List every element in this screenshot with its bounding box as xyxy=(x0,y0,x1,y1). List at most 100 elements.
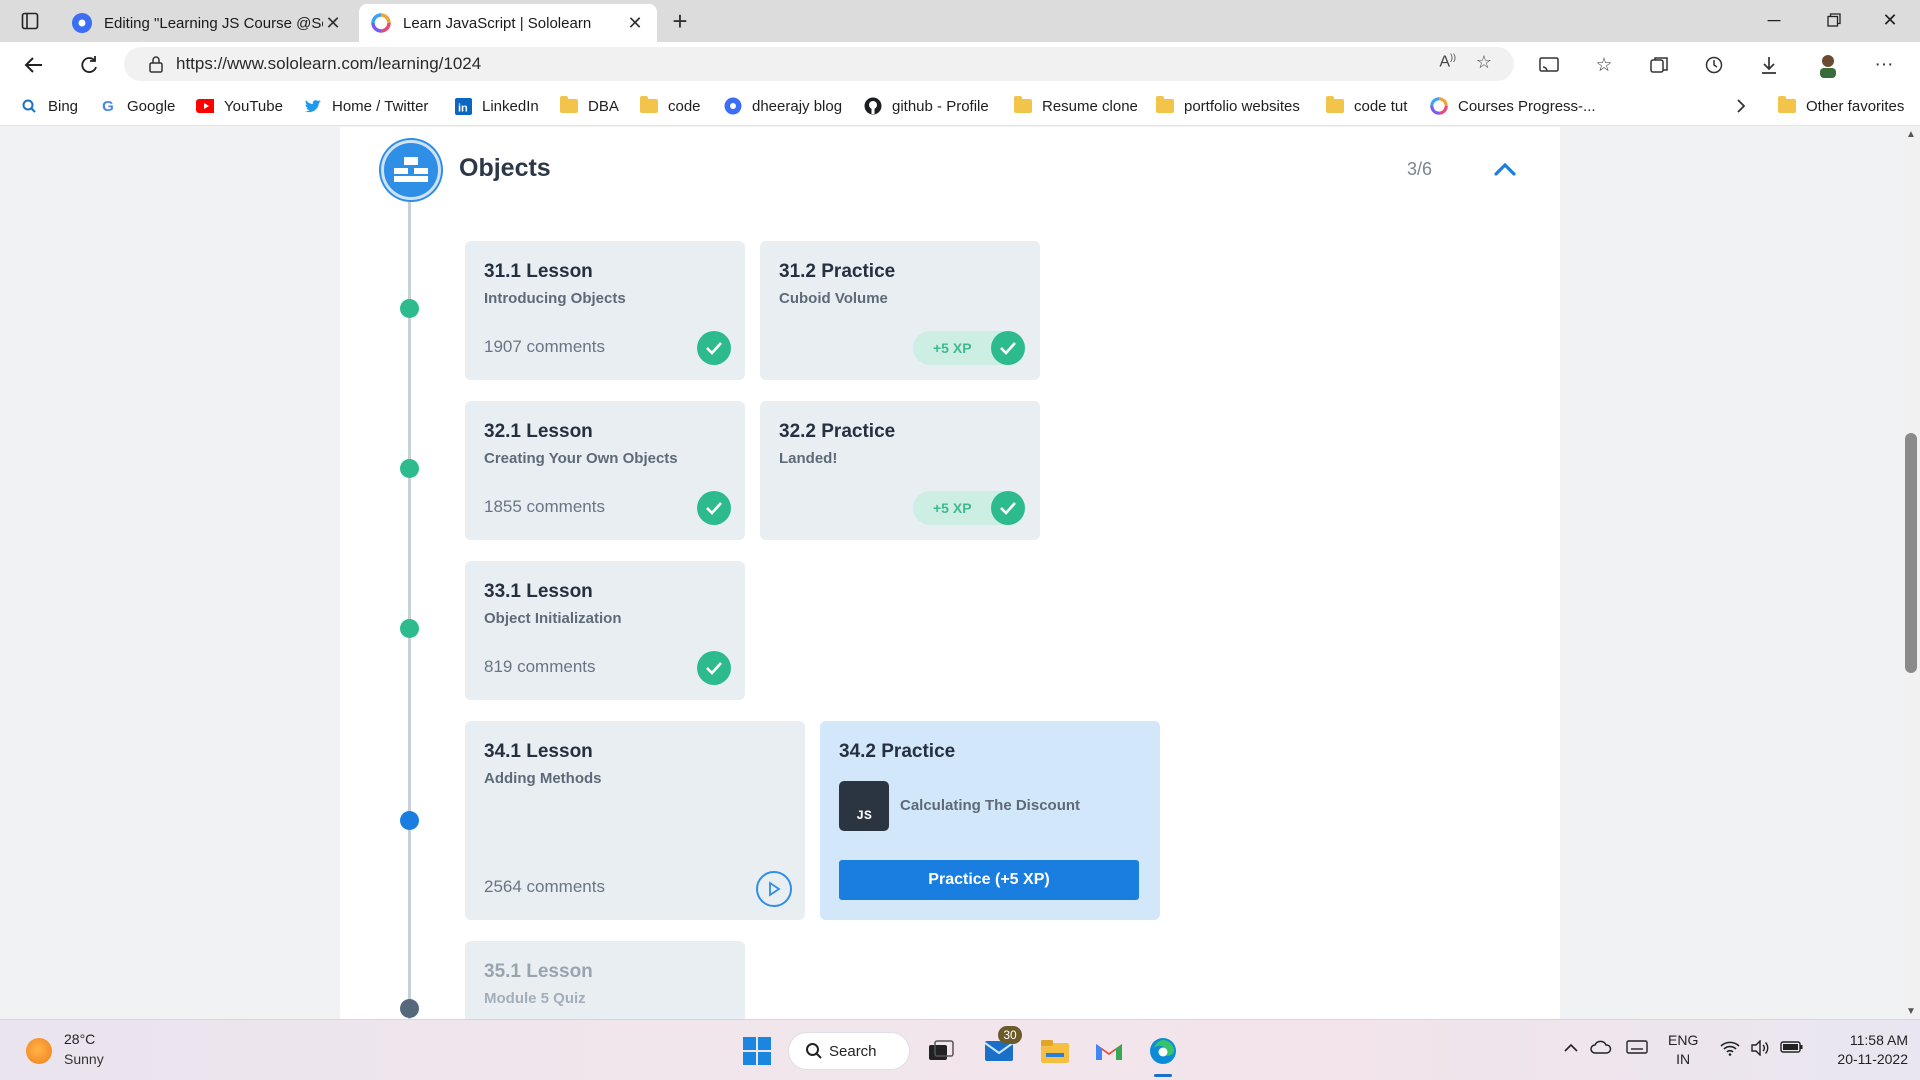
folder-icon xyxy=(1014,96,1032,115)
favorite-folder-code[interactable]: code xyxy=(640,94,701,118)
scroll-down-arrow-icon[interactable]: ▼ xyxy=(1906,1006,1916,1017)
favorite-blog[interactable]: dheerajy blog xyxy=(724,94,842,118)
practice-card-32-2[interactable]: 32.2 Practice Landed! +5 XP xyxy=(760,401,1040,540)
close-tab-icon[interactable]: ✕ xyxy=(323,13,343,34)
favorite-folder-resume[interactable]: Resume clone xyxy=(1014,94,1138,118)
lesson-card-32-1[interactable]: 32.1 Lesson Creating Your Own Objects 18… xyxy=(465,401,745,540)
play-lesson-icon[interactable] xyxy=(756,871,792,907)
new-tab-button[interactable]: + xyxy=(664,6,696,38)
lesson-card-31-1[interactable]: 31.1 Lesson Introducing Objects 1907 com… xyxy=(465,241,745,380)
practice-number: 31.2 Practice xyxy=(779,261,896,282)
timeline-dot-complete xyxy=(400,619,419,638)
comments-count[interactable]: 1907 comments xyxy=(484,337,605,357)
practice-button[interactable]: Practice (+5 XP) xyxy=(839,860,1139,900)
tab-editing-course[interactable]: Editing "Learning JS Course @Sc ✕ xyxy=(60,4,355,42)
page-scrollbar[interactable]: ▲ ▼ xyxy=(1902,127,1920,1019)
comments-count[interactable]: 1855 comments xyxy=(484,497,605,517)
module-objects-icon xyxy=(381,140,441,200)
collapse-chevron-up-icon[interactable] xyxy=(1490,154,1520,184)
practice-number: 34.2 Practice xyxy=(839,741,956,762)
weather-temp[interactable]: 28°C xyxy=(64,1031,95,1047)
downloads-icon[interactable] xyxy=(1751,48,1787,82)
sun-weather-icon[interactable] xyxy=(26,1038,52,1064)
folder-icon xyxy=(1156,96,1174,115)
practice-card-34-2[interactable]: 34.2 Practice JS Calculating The Discoun… xyxy=(820,721,1160,920)
tab-actions-icon xyxy=(21,12,39,30)
battery-charging-icon[interactable] xyxy=(1780,1040,1804,1057)
bing-search-icon xyxy=(20,97,38,115)
favorite-folder-code-tut[interactable]: code tut xyxy=(1326,94,1407,118)
url-text: https://www.sololearn.com/learning/1024 xyxy=(176,54,482,73)
restore-icon xyxy=(1827,13,1841,27)
lesson-title: Introducing Objects xyxy=(484,290,626,307)
refresh-button[interactable] xyxy=(72,48,106,82)
practice-card-31-2[interactable]: 31.2 Practice Cuboid Volume +5 XP xyxy=(760,241,1040,380)
comments-count[interactable]: 819 comments xyxy=(484,657,596,677)
favorite-folder-dba[interactable]: DBA xyxy=(560,94,619,118)
keyboard-icon[interactable] xyxy=(1626,1040,1648,1057)
lesson-number: 33.1 Lesson xyxy=(484,581,593,602)
add-favorite-icon[interactable]: ☆ xyxy=(1476,52,1492,73)
favorite-github[interactable]: github - Profile xyxy=(864,94,989,118)
lesson-card-34-1[interactable]: 34.1 Lesson Adding Methods 2564 comments xyxy=(465,721,805,920)
url-field[interactable]: https://www.sololearn.com/learning/1024 … xyxy=(124,47,1514,81)
comments-count[interactable]: 2564 comments xyxy=(484,877,605,897)
favorite-youtube[interactable]: YouTube xyxy=(196,94,283,118)
scroll-up-arrow-icon[interactable]: ▲ xyxy=(1906,129,1916,140)
favorite-folder-portfolio[interactable]: portfolio websites xyxy=(1156,94,1300,118)
minimize-button[interactable]: ─ xyxy=(1746,0,1802,40)
favorites-icon[interactable]: ☆ xyxy=(1586,48,1622,82)
close-tab-icon[interactable]: ✕ xyxy=(625,13,645,34)
show-hidden-icons-chevron-icon[interactable] xyxy=(1563,1040,1579,1056)
back-button[interactable] xyxy=(17,48,51,82)
gmail-icon[interactable] xyxy=(1090,1032,1128,1070)
favorite-linkedin[interactable]: in LinkedIn xyxy=(454,94,539,118)
weather-condition[interactable]: Sunny xyxy=(64,1051,104,1067)
scrollbar-thumb[interactable] xyxy=(1905,433,1917,673)
tab-actions-button[interactable] xyxy=(12,8,48,34)
favorite-courses[interactable]: Courses Progress-... xyxy=(1430,94,1596,118)
read-aloud-icon[interactable]: A)) xyxy=(1439,52,1456,71)
course-panel: Objects 3/6 31.1 Lesson Introducing Obje… xyxy=(340,127,1560,1019)
practice-title: Calculating The Discount xyxy=(900,797,1081,814)
lesson-title: Creating Your Own Objects xyxy=(484,450,678,467)
blog-icon xyxy=(724,97,742,115)
mail-app-icon[interactable]: 30 xyxy=(980,1026,1022,1070)
system-clock[interactable]: 11:58 AM 20-11-2022 xyxy=(1818,1031,1908,1069)
sololearn-favicon-icon xyxy=(371,13,391,33)
module-title: Objects xyxy=(459,154,551,182)
wifi-icon[interactable] xyxy=(1720,1040,1740,1059)
task-view-icon[interactable] xyxy=(922,1032,960,1070)
collections-icon[interactable] xyxy=(1641,48,1677,82)
cast-icon[interactable] xyxy=(1531,48,1567,82)
timeline-dot-complete xyxy=(400,299,419,318)
mail-badge: 30 xyxy=(998,1026,1022,1044)
tab-title: Editing "Learning JS Course @Sc xyxy=(104,14,323,32)
file-explorer-icon[interactable] xyxy=(1036,1032,1074,1070)
lesson-card-33-1[interactable]: 33.1 Lesson Object Initialization 819 co… xyxy=(465,561,745,700)
more-menu-icon[interactable]: ··· xyxy=(1866,48,1902,82)
language-indicator[interactable]: ENG IN xyxy=(1668,1031,1698,1069)
search-icon xyxy=(805,1042,823,1064)
completed-check-icon xyxy=(697,651,731,685)
tab-sololearn[interactable]: Learn JavaScript | Sololearn ✕ xyxy=(359,4,657,42)
completed-check-icon xyxy=(697,491,731,525)
folder-icon xyxy=(1778,96,1796,115)
close-window-button[interactable]: ✕ xyxy=(1862,0,1918,40)
other-favorites[interactable]: Other favorites xyxy=(1778,94,1904,118)
start-windows-icon[interactable] xyxy=(738,1032,776,1070)
edge-browser-icon[interactable] xyxy=(1144,1032,1182,1070)
favorite-twitter[interactable]: Home / Twitter xyxy=(304,94,428,118)
favorites-overflow-chevron-icon[interactable] xyxy=(1736,94,1746,118)
onedrive-cloud-icon[interactable] xyxy=(1590,1040,1612,1057)
linkedin-icon: in xyxy=(454,97,472,115)
restore-button[interactable] xyxy=(1806,0,1862,40)
history-icon[interactable] xyxy=(1696,48,1732,82)
volume-icon[interactable] xyxy=(1750,1039,1770,1059)
favorite-bing[interactable]: Bing xyxy=(20,94,78,118)
windows-taskbar: 28°C Sunny Search 30 ENG IN 11:58 AM 20-… xyxy=(0,1019,1920,1080)
profile-avatar[interactable] xyxy=(1810,48,1846,82)
taskbar-search[interactable]: Search xyxy=(788,1032,910,1070)
practice-title: Landed! xyxy=(779,450,838,467)
favorite-google[interactable]: G Google xyxy=(99,94,175,118)
